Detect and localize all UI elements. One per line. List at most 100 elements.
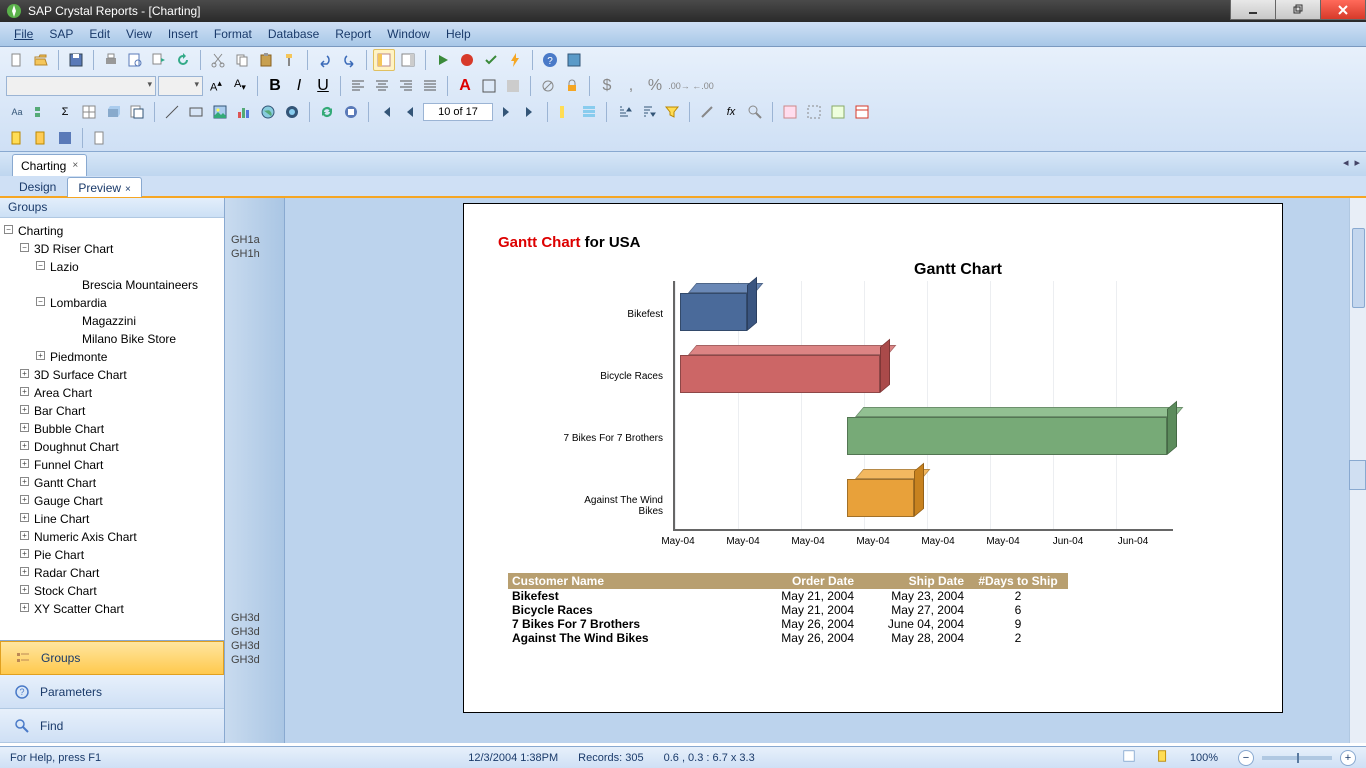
decrease-font-button[interactable]: A▾ bbox=[229, 75, 251, 97]
tree-node[interactable]: +XY Scatter Chart bbox=[0, 600, 224, 618]
nav-prev-button[interactable] bbox=[399, 101, 421, 123]
grid-1-button[interactable] bbox=[779, 101, 801, 123]
thousands-button[interactable]: , bbox=[620, 75, 642, 97]
font-size-combo[interactable] bbox=[158, 76, 203, 96]
underline-button[interactable]: U bbox=[312, 75, 334, 97]
check-button[interactable] bbox=[480, 49, 502, 71]
refresh-data-button[interactable] bbox=[316, 101, 338, 123]
align-justify-button[interactable] bbox=[419, 75, 441, 97]
draw-line-tool[interactable] bbox=[696, 101, 718, 123]
zoom-in-button[interactable]: + bbox=[1340, 750, 1356, 766]
select-expert-button[interactable] bbox=[744, 101, 766, 123]
tree-node[interactable]: +Area Chart bbox=[0, 384, 224, 402]
tree-node[interactable]: +Bubble Chart bbox=[0, 420, 224, 438]
tree-node[interactable]: Brescia Mountaineers bbox=[0, 276, 224, 294]
tree-node[interactable]: +Doughnut Chart bbox=[0, 438, 224, 456]
tree-node[interactable]: +Gauge Chart bbox=[0, 492, 224, 510]
sidebar-parameters-button[interactable]: ? Parameters bbox=[0, 675, 224, 709]
tree-node[interactable]: +Numeric Axis Chart bbox=[0, 528, 224, 546]
increase-decimal-button[interactable]: .00→ bbox=[668, 75, 690, 97]
window-minimize-button[interactable] bbox=[1230, 0, 1276, 20]
tab-scroll-right[interactable]: ▸ bbox=[1354, 156, 1360, 169]
redo-button[interactable] bbox=[338, 49, 360, 71]
section-label[interactable]: GH3d bbox=[225, 639, 284, 653]
tree-node[interactable]: +Pie Chart bbox=[0, 546, 224, 564]
print-preview-button[interactable] bbox=[124, 49, 146, 71]
print-button[interactable] bbox=[100, 49, 122, 71]
sort-asc-button[interactable] bbox=[613, 101, 635, 123]
window-restore-button[interactable] bbox=[1275, 0, 1321, 20]
insert-picture-button[interactable] bbox=[209, 101, 231, 123]
toggle-panel-1-button[interactable] bbox=[373, 49, 395, 71]
tree-node[interactable]: +Stock Chart bbox=[0, 582, 224, 600]
font-color-button[interactable]: A bbox=[454, 75, 476, 97]
tree-node[interactable]: −Charting bbox=[0, 222, 224, 240]
grid-3-button[interactable] bbox=[827, 101, 849, 123]
toggle-panel-2-button[interactable] bbox=[397, 49, 419, 71]
insert-map-button[interactable] bbox=[257, 101, 279, 123]
report-canvas[interactable]: Gantt Chart for USA Gantt Chart Bikefest… bbox=[285, 198, 1366, 743]
align-right-button[interactable] bbox=[395, 75, 417, 97]
info-button[interactable] bbox=[563, 49, 585, 71]
bold-button[interactable]: B bbox=[264, 75, 286, 97]
undo-button[interactable] bbox=[314, 49, 336, 71]
menu-window[interactable]: Window bbox=[379, 24, 438, 44]
section-label[interactable]: GH3d bbox=[225, 653, 284, 667]
copy-button[interactable] bbox=[231, 49, 253, 71]
window-close-button[interactable] bbox=[1320, 0, 1366, 20]
tree-node[interactable]: Magazzini bbox=[0, 312, 224, 330]
fill-button[interactable] bbox=[502, 75, 524, 97]
tree-node[interactable]: +Radar Chart bbox=[0, 564, 224, 582]
menu-edit[interactable]: Edit bbox=[81, 24, 118, 44]
menu-help[interactable]: Help bbox=[438, 24, 479, 44]
align-center-button[interactable] bbox=[371, 75, 393, 97]
insert-chart-button[interactable] bbox=[233, 101, 255, 123]
document-tab[interactable]: Charting × bbox=[12, 154, 87, 176]
filter-button[interactable] bbox=[661, 101, 683, 123]
refresh-button[interactable] bbox=[172, 49, 194, 71]
tree-node[interactable]: +3D Surface Chart bbox=[0, 366, 224, 384]
insert-box-button[interactable] bbox=[185, 101, 207, 123]
section-label[interactable]: GH1a bbox=[225, 233, 284, 247]
menu-insert[interactable]: Insert bbox=[160, 24, 206, 44]
menu-report[interactable]: Report bbox=[327, 24, 379, 44]
misc-4-button[interactable] bbox=[89, 127, 111, 149]
insert-flash-button[interactable] bbox=[281, 101, 303, 123]
cut-button[interactable] bbox=[207, 49, 229, 71]
tree-node[interactable]: +Gantt Chart bbox=[0, 474, 224, 492]
paste-button[interactable] bbox=[255, 49, 277, 71]
decrease-decimal-button[interactable]: ←.00 bbox=[692, 75, 714, 97]
misc-2-button[interactable] bbox=[30, 127, 52, 149]
page-number-input[interactable] bbox=[423, 103, 493, 121]
tree-node[interactable]: −Lazio bbox=[0, 258, 224, 276]
tree-node[interactable]: −Lombardia bbox=[0, 294, 224, 312]
misc-1-button[interactable] bbox=[6, 127, 28, 149]
stop-data-button[interactable] bbox=[340, 101, 362, 123]
tree-node[interactable]: +Bar Chart bbox=[0, 402, 224, 420]
scrollbar-thumb[interactable] bbox=[1352, 228, 1365, 308]
lock-button[interactable] bbox=[561, 75, 583, 97]
borders-button[interactable] bbox=[478, 75, 500, 97]
formula-button[interactable]: fx bbox=[720, 101, 742, 123]
format-painter-button[interactable] bbox=[279, 49, 301, 71]
misc-3-button[interactable] bbox=[54, 127, 76, 149]
groups-tree[interactable]: −Charting −3D Riser Chart −Lazio Brescia… bbox=[0, 218, 224, 640]
scrollbar-grip[interactable] bbox=[1349, 460, 1366, 490]
zoom-slider[interactable] bbox=[1262, 756, 1332, 760]
align-left-button[interactable] bbox=[347, 75, 369, 97]
insert-text-button[interactable]: Aa bbox=[6, 101, 28, 123]
font-family-combo[interactable] bbox=[6, 76, 156, 96]
insert-crosstab-button[interactable] bbox=[78, 101, 100, 123]
export-button[interactable] bbox=[148, 49, 170, 71]
preview-tab[interactable]: Preview× bbox=[67, 177, 142, 197]
help-button[interactable]: ? bbox=[539, 49, 561, 71]
menu-sap[interactable]: SAP bbox=[41, 24, 81, 44]
sidebar-groups-button[interactable]: Groups bbox=[0, 641, 224, 675]
save-button[interactable] bbox=[65, 49, 87, 71]
nav-last-button[interactable] bbox=[519, 101, 541, 123]
section-expert-button[interactable] bbox=[578, 101, 600, 123]
italic-button[interactable]: I bbox=[288, 75, 310, 97]
design-tab[interactable]: Design bbox=[8, 176, 67, 196]
currency-button[interactable]: $ bbox=[596, 75, 618, 97]
insert-subreport-button[interactable] bbox=[126, 101, 148, 123]
